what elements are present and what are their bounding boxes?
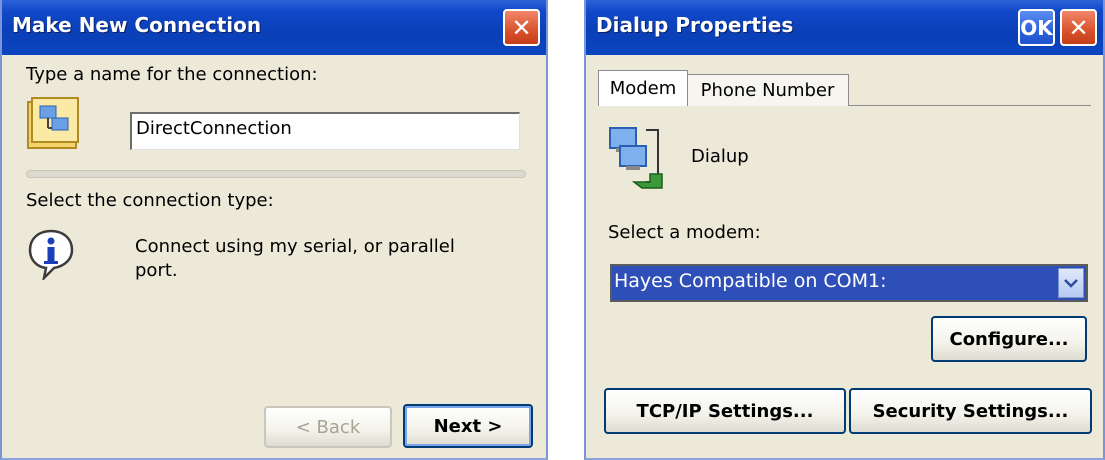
name-prompt-label: Type a name for the connection: [26, 64, 318, 85]
dialup-connection-icon [606, 122, 676, 194]
modem-selected-value: Hayes Compatible on COM1: [614, 270, 887, 292]
close-icon: ✕ [1068, 13, 1089, 42]
connection-name-input[interactable]: DirectConnection [130, 112, 520, 150]
connection-name-label: Dialup [691, 146, 749, 167]
ok-button-label: OK [1020, 15, 1053, 40]
tab-phone-number-label: Phone Number [700, 80, 835, 101]
dialup-properties-window: Dialup Properties OK ✕ Modem Phone Numbe… [584, 0, 1105, 460]
ok-button[interactable]: OK [1018, 9, 1055, 46]
window-title: Dialup Properties [596, 13, 794, 37]
info-text-line1: Connect using my serial, or parallel [135, 236, 455, 257]
tcpip-settings-button-label: TCP/IP Settings... [636, 400, 814, 422]
chevron-down-icon [1064, 279, 1078, 288]
next-button-label: Next > [433, 415, 503, 437]
type-prompt-label: Select the connection type: [26, 190, 274, 211]
modem-select[interactable]: Hayes Compatible on COM1: [610, 264, 1088, 302]
configure-button-label: Configure... [949, 328, 1069, 350]
make-new-connection-window: Make New Connection ✕ Type a name for th… [0, 0, 548, 460]
title-bar[interactable]: Dialup Properties OK ✕ [586, 0, 1103, 55]
security-settings-button-label: Security Settings... [872, 400, 1069, 422]
info-text-line2: port. [135, 260, 178, 281]
configure-button[interactable]: Configure... [931, 316, 1087, 362]
back-button-label: < Back [295, 416, 361, 438]
close-icon: ✕ [511, 13, 532, 42]
next-button[interactable]: Next > [403, 404, 533, 448]
tab-phone-number[interactable]: Phone Number [686, 74, 849, 106]
close-button[interactable]: ✕ [503, 9, 540, 46]
tab-modem[interactable]: Modem [598, 70, 688, 106]
tab-modem-label: Modem [609, 78, 677, 99]
security-settings-button[interactable]: Security Settings... [849, 388, 1092, 434]
tcpip-settings-button[interactable]: TCP/IP Settings... [604, 388, 846, 434]
close-button[interactable]: ✕ [1060, 9, 1097, 46]
info-icon [26, 228, 76, 282]
connection-folder-icon [26, 96, 84, 152]
divider [26, 170, 526, 178]
back-button[interactable]: < Back [264, 406, 392, 448]
window-title: Make New Connection [12, 13, 262, 37]
title-bar[interactable]: Make New Connection ✕ [2, 0, 546, 55]
dropdown-arrow-button[interactable] [1058, 268, 1084, 298]
modem-prompt-label: Select a modem: [608, 222, 761, 243]
connection-name-value: DirectConnection [136, 118, 292, 139]
